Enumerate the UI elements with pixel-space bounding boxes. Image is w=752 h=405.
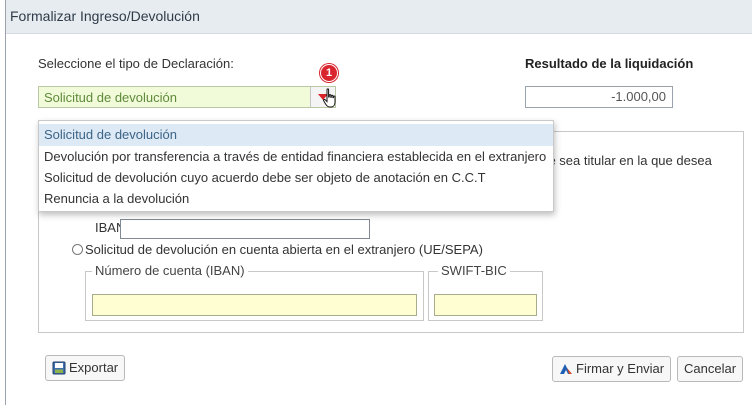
iban-input[interactable] (120, 219, 370, 239)
swift-bic-input[interactable] (434, 294, 537, 316)
tipo-declaracion-select[interactable]: Solicitud de devolución (38, 86, 336, 108)
swift-bic-fieldset: SWIFT-BIC (428, 263, 543, 321)
dropdown-option[interactable]: Renuncia a la devolución (39, 188, 553, 210)
hand-pointer-icon (323, 88, 336, 108)
step-badge: 1 (320, 64, 338, 82)
firmar-enviar-label: Firmar y Enviar (576, 361, 665, 376)
cuenta-extranjero-label: Solicitud de devolución en cuenta abiert… (85, 242, 483, 257)
cancelar-button[interactable]: Cancelar (677, 356, 744, 382)
dropdown-option[interactable]: Solicitud de devolución cuyo acuerdo deb… (39, 167, 553, 189)
formalizar-dialog: Formalizar Ingreso/Devolución Seleccione… (6, 0, 752, 405)
cancelar-label: Cancelar (684, 361, 737, 376)
dropdown-option[interactable]: Solicitud de devolución (39, 124, 553, 146)
cuenta-titular-text: que sea titular en la que desea (534, 153, 712, 168)
firmar-enviar-button[interactable]: Firmar y Enviar (552, 356, 672, 382)
swift-bic-legend: SWIFT-BIC (438, 263, 510, 278)
tipo-declaracion-dropdown: Solicitud de devolución Devolución por t… (38, 120, 554, 212)
exportar-label: Exportar (69, 360, 119, 375)
tipo-declaracion-label: Seleccione el tipo de Declaración: (38, 56, 234, 71)
tipo-declaracion-selected: Solicitud de devolución (44, 90, 177, 105)
resultado-liquidacion-field: -1.000,00 (525, 86, 673, 108)
cuenta-extranjero-radio[interactable] (72, 244, 83, 255)
dropdown-option[interactable]: Devolución por transferencia a través de… (39, 146, 553, 168)
dialog-titlebar: Formalizar Ingreso/Devolución (6, 0, 752, 34)
dialog-title: Formalizar Ingreso/Devolución (10, 8, 200, 24)
numero-cuenta-input[interactable] (92, 294, 417, 316)
cuenta-extranjero-option[interactable]: Solicitud de devolución en cuenta abiert… (72, 242, 483, 257)
signature-icon (560, 364, 572, 374)
numero-cuenta-fieldset: Número de cuenta (IBAN) (85, 263, 424, 321)
document-export-icon (52, 361, 66, 375)
numero-cuenta-legend: Número de cuenta (IBAN) (92, 263, 248, 278)
resultado-liquidacion-label: Resultado de la liquidación (525, 56, 694, 71)
exportar-button[interactable]: Exportar (45, 355, 126, 381)
